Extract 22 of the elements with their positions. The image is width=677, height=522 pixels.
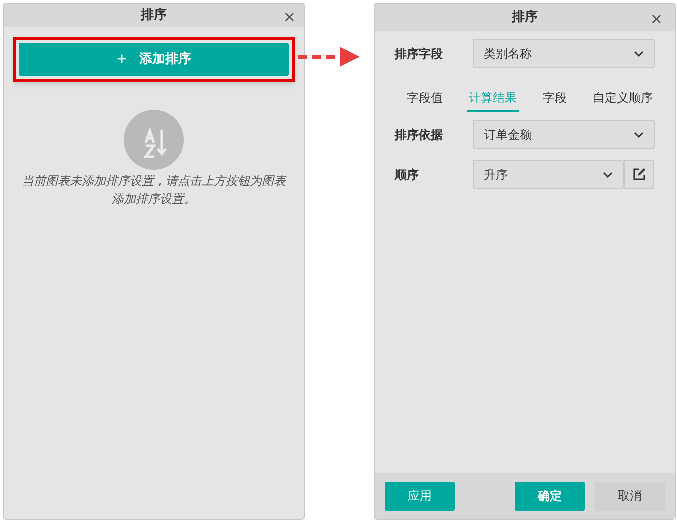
- panel-title: 排序: [141, 6, 167, 25]
- tab[interactable]: 字段值: [405, 89, 445, 112]
- cancel-button[interactable]: 取消: [595, 482, 665, 510]
- dropdown[interactable]: 订单金额: [473, 120, 655, 149]
- dashed-arrow-icon: [298, 46, 360, 68]
- close-button[interactable]: ×: [650, 8, 663, 30]
- chevron-down-icon: [634, 50, 644, 56]
- field-label: 排序字段: [395, 46, 444, 62]
- tab[interactable]: 自定义顺序: [591, 89, 655, 112]
- field-label: 顺序: [395, 166, 420, 184]
- field-label: 排序依据: [395, 126, 444, 144]
- tab[interactable]: 字段: [541, 89, 569, 112]
- close-button[interactable]: ×: [283, 6, 296, 28]
- dropdown[interactable]: 类别名称: [473, 39, 655, 68]
- empty-message: 当前图表未添加排序设置，请点击上方按钮为图表添加排序设置。: [21, 173, 288, 208]
- chevron-down-icon: [603, 172, 613, 178]
- edit-button[interactable]: [624, 160, 654, 189]
- edit-icon: [632, 168, 646, 181]
- dropdown[interactable]: 升序: [473, 160, 624, 189]
- dialog-title: 排序: [512, 8, 538, 27]
- sort-az-icon: [124, 110, 184, 170]
- chevron-down-icon: [634, 132, 644, 138]
